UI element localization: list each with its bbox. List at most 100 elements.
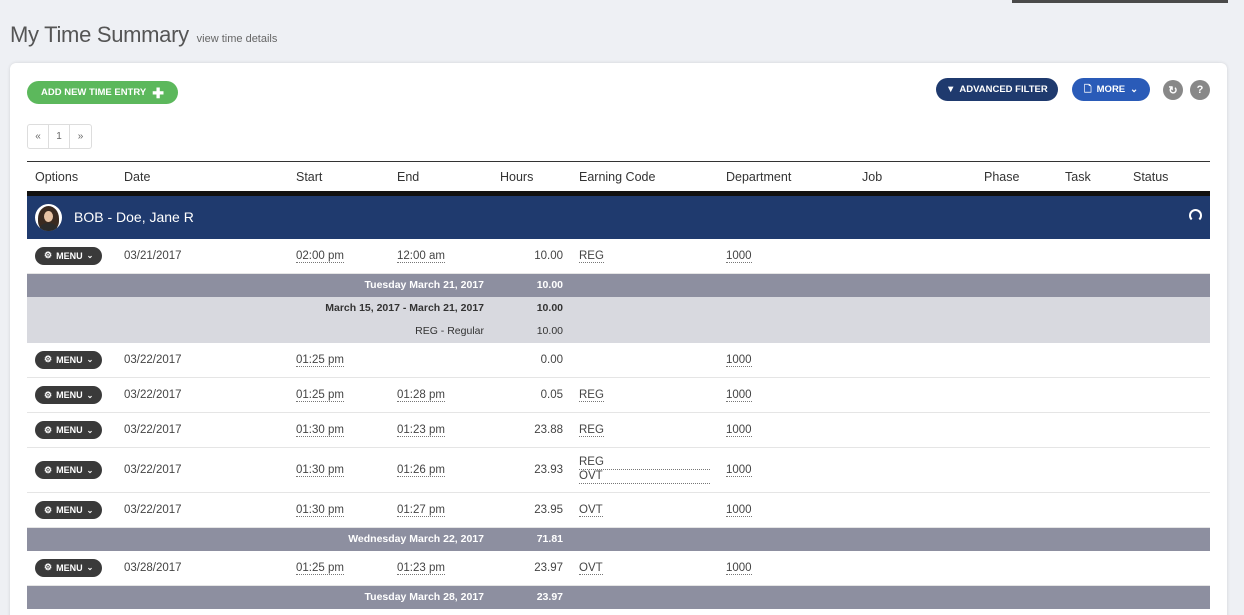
add-new-time-entry-button[interactable]: ADD NEW TIME ENTRY ✚ [27, 81, 178, 104]
hours-cell: 10.00 [492, 238, 571, 274]
document-icon: 🗋 [1084, 83, 1092, 95]
menu-label: MENU [56, 390, 83, 400]
row-menu-button[interactable]: ⚙ MENU ⌄ [35, 246, 103, 265]
column-header-job[interactable]: Job [854, 161, 976, 196]
column-header-task[interactable]: Task [1057, 161, 1125, 196]
end-time[interactable]: 01:28 pm [397, 389, 445, 402]
hours-cell: 23.97 [492, 550, 571, 586]
start-time[interactable]: 01:25 pm [296, 561, 344, 575]
earning-code-secondary[interactable]: OVT [579, 470, 710, 484]
date-cell: 03/22/2017 [116, 412, 288, 448]
period-total-hours: 10.00 [492, 296, 571, 320]
period-code-hours: 10.00 [492, 319, 571, 343]
more-button[interactable]: 🗋 MORE ⌄ [1072, 78, 1151, 101]
column-header-end[interactable]: End [389, 161, 492, 196]
time-entries-table: Options Date Start End Hours Earning Cod… [27, 161, 1210, 609]
end-time[interactable]: 01:23 pm [397, 424, 445, 437]
column-header-status[interactable]: Status [1125, 161, 1210, 196]
chevron-down-icon: ⌄ [86, 425, 94, 435]
top-bar-edge [1012, 0, 1228, 3]
chevron-down-icon: ⌄ [86, 505, 94, 515]
advanced-filter-button[interactable]: ▼ ADVANCED FILTER [936, 78, 1058, 101]
start-time[interactable]: 01:25 pm [296, 353, 344, 367]
pager-next[interactable]: » [70, 125, 91, 148]
chevron-down-icon: ⌄ [86, 355, 94, 365]
row-menu-button[interactable]: ⚙ MENU ⌄ [35, 350, 103, 369]
start-time[interactable]: 01:30 pm [296, 424, 344, 437]
department[interactable]: 1000 [726, 424, 752, 437]
department[interactable]: 1000 [726, 464, 752, 477]
table-row: ⚙ MENU ⌄ 03/21/2017 02:00 pm 12:00 am 10.0… [27, 238, 1210, 274]
earning-code[interactable]: OVT [579, 561, 603, 575]
column-header-options[interactable]: Options [27, 161, 116, 196]
start-time[interactable]: 01:30 pm [296, 504, 344, 517]
employee-group-row[interactable]: BOB - Doe, Jane R [27, 193, 1210, 239]
earning-code[interactable]: REG [579, 249, 604, 263]
chevron-down-icon: ⌄ [86, 465, 94, 475]
day-total-row: Tuesday March 28, 2017 23.97 [27, 585, 1210, 609]
end-time[interactable]: 12:00 am [397, 249, 445, 263]
day-total-label: Tuesday March 21, 2017 [27, 273, 492, 297]
day-total-label: Tuesday March 28, 2017 [27, 585, 492, 609]
gears-icon: ⚙ [44, 424, 53, 435]
hours-cell: 23.88 [492, 412, 571, 448]
end-time[interactable]: 01:23 pm [397, 561, 445, 575]
chevron-down-icon: ⌄ [86, 390, 94, 400]
table-row: ⚙ MENU ⌄ 03/22/2017 01:25 pm 01:28 pm 0.05… [27, 377, 1210, 413]
table-row: ⚙ MENU ⌄ 03/22/2017 01:30 pm 01:23 pm 23.8… [27, 412, 1210, 448]
row-menu-button[interactable]: ⚙ MENU ⌄ [35, 501, 103, 519]
page-title: My Time Summary view time details [10, 22, 277, 48]
date-cell: 03/22/2017 [116, 492, 288, 528]
hours-cell: 23.95 [492, 492, 571, 528]
end-time[interactable]: 01:27 pm [397, 504, 445, 517]
gears-icon: ⚙ [44, 464, 53, 475]
view-time-details-link[interactable]: view time details [197, 33, 278, 45]
row-menu-button[interactable]: ⚙ MENU ⌄ [35, 461, 103, 479]
column-header-date[interactable]: Date [116, 161, 288, 196]
column-header-earning-code[interactable]: Earning Code [571, 161, 718, 196]
avatar [35, 203, 62, 231]
filter-icon: ▼ [946, 84, 956, 95]
department[interactable]: 1000 [726, 561, 752, 575]
day-total-hours: 10.00 [492, 273, 571, 297]
row-menu-button[interactable]: ⚙ MENU ⌄ [35, 386, 103, 404]
start-time[interactable]: 01:25 pm [296, 389, 344, 402]
department[interactable]: 1000 [726, 249, 752, 263]
column-header-department[interactable]: Department [718, 161, 854, 196]
refresh-icon[interactable]: ↻ [1163, 80, 1183, 100]
plus-icon: ✚ [152, 84, 164, 101]
earning-code[interactable]: REG [579, 456, 710, 470]
end-time[interactable]: 01:26 pm [397, 464, 445, 477]
hours-cell: 0.00 [492, 342, 571, 378]
start-time[interactable]: 01:30 pm [296, 464, 344, 477]
earning-code[interactable]: REG [579, 389, 604, 402]
date-cell: 03/22/2017 [116, 377, 288, 413]
day-total-row: Wednesday March 22, 2017 71.81 [27, 527, 1210, 551]
gears-icon: ⚙ [44, 354, 53, 365]
page-title-text: My Time Summary [10, 22, 189, 47]
help-icon[interactable]: ? [1190, 80, 1210, 100]
advanced-filter-label: ADVANCED FILTER [959, 84, 1048, 95]
row-menu-button[interactable]: ⚙ MENU ⌄ [35, 558, 103, 577]
gears-icon: ⚙ [44, 250, 53, 261]
day-total-hours: 23.97 [492, 585, 571, 609]
pager-prev[interactable]: « [28, 125, 49, 148]
row-menu-button[interactable]: ⚙ MENU ⌄ [35, 421, 103, 439]
table-row: ⚙ MENU ⌄ 03/28/2017 01:25 pm 01:23 pm 23.9… [27, 550, 1210, 586]
pager-page-1[interactable]: 1 [49, 125, 70, 148]
earning-code[interactable]: OVT [579, 504, 603, 517]
column-header-phase[interactable]: Phase [976, 161, 1057, 196]
department[interactable]: 1000 [726, 504, 752, 517]
column-header-start[interactable]: Start [288, 161, 389, 196]
start-time[interactable]: 02:00 pm [296, 249, 344, 263]
menu-label: MENU [56, 465, 83, 475]
period-range-label: March 15, 2017 - March 21, 2017 [27, 296, 492, 320]
department[interactable]: 1000 [726, 389, 752, 402]
period-code-label: REG - Regular [27, 319, 492, 343]
menu-label: MENU [56, 562, 83, 573]
column-header-hours[interactable]: Hours [492, 161, 571, 196]
employee-name: BOB - Doe, Jane R [74, 209, 194, 226]
department[interactable]: 1000 [726, 353, 752, 367]
menu-label: MENU [56, 250, 83, 261]
earning-code[interactable]: REG [579, 424, 604, 437]
